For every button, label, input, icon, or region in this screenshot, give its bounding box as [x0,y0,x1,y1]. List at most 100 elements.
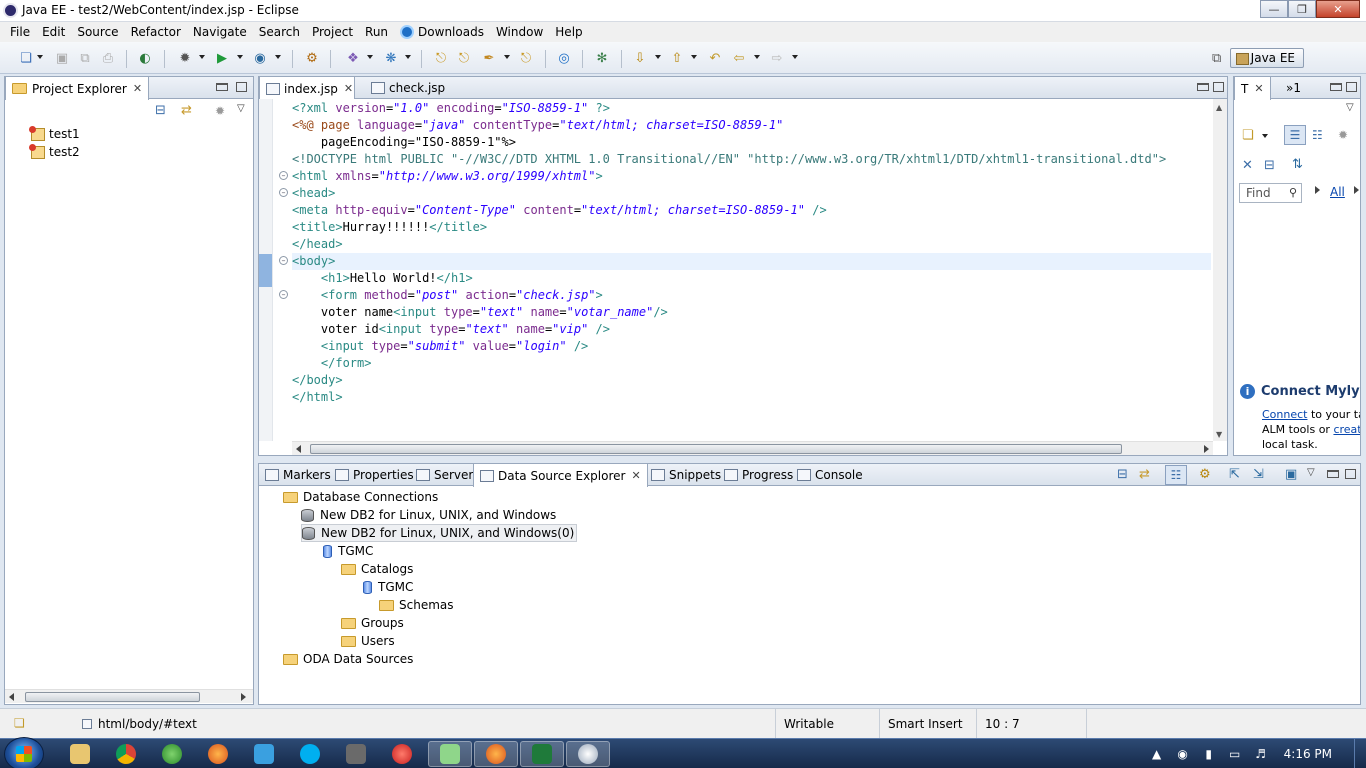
connection-icon[interactable]: ☷ [1165,465,1187,485]
find-input[interactable]: Find ⚲ [1239,183,1302,203]
taskbar-eclipse-window[interactable] [566,741,610,767]
run-dropdown-caret[interactable] [237,55,243,59]
tree-item-oda-data-sources[interactable]: ODA Data Sources [283,650,413,668]
next-annotation-caret[interactable] [655,55,661,59]
tab-properties[interactable]: Properties [329,464,420,486]
tab-snippets[interactable]: Snippets [645,464,727,486]
collapse-all-icon[interactable]: ⊟ [1117,467,1128,482]
code-line[interactable]: </form> [292,355,1211,372]
run-icon[interactable]: ▶ [214,50,230,66]
taskbar-excel-window[interactable] [520,741,564,767]
prev-annotation-icon[interactable]: ⇧ [669,50,685,66]
new-web-icon[interactable]: ❖ [345,50,361,66]
save-icon[interactable]: ▣ [1285,467,1297,482]
close-icon[interactable]: ✕ [1254,82,1263,95]
tab-index-jsp[interactable]: index.jsp ✕ [259,77,355,100]
connect-link[interactable]: Connect [1262,408,1307,421]
menu-window[interactable]: Window [490,22,549,42]
code-editor[interactable]: – – – – <?xml version="1.0" encoding="IS… [259,99,1227,455]
menu-file[interactable]: File [4,22,36,42]
tree-item-database-connections[interactable]: Database Connections [283,488,438,506]
tree-item-db2-connection[interactable]: New DB2 for Linux, UNIX, and Windows [301,506,556,524]
editor-vscrollbar[interactable]: ▲ ▼ [1213,99,1227,441]
view-menu-icon[interactable]: ▽ [1346,102,1354,113]
scroll-down-icon[interactable]: ▼ [1216,430,1222,439]
taskbar-firefox-window[interactable] [474,741,518,767]
next-annotation-icon[interactable]: ⇩ [632,50,648,66]
filter-completed-icon[interactable]: ✹ [1338,128,1348,142]
tab-project-explorer[interactable]: Project Explorer ✕ [5,77,150,100]
code-line[interactable]: </html> [292,389,1211,406]
taskbar-explorer-window[interactable] [428,741,472,767]
code-line[interactable]: </body> [292,372,1211,389]
fold-toggle-icon[interactable]: – [279,188,288,197]
tab-progress[interactable]: Progress [718,464,799,486]
hide-completed-icon[interactable]: ✕ [1242,158,1253,173]
tab-console[interactable]: Console [791,464,869,486]
start-button[interactable] [4,737,44,768]
code-line[interactable]: <form method="post" action="check.jsp"> [292,287,1211,304]
filter-icon[interactable]: ✹ [215,104,225,118]
code-line[interactable]: <html xmlns="http://www.w3.org/1999/xhtm… [292,168,1211,185]
link-with-editor-icon[interactable]: ⇄ [181,103,192,118]
code-line[interactable]: <!DOCTYPE html PUBLIC "-//W3C//DTD XHTML… [292,151,1211,168]
code-line[interactable]: <?xml version="1.0" encoding="ISO-8859-1… [292,100,1211,117]
scroll-right-icon[interactable] [241,693,246,701]
code-line[interactable]: voter id<input type="text" name="vip" /> [292,321,1211,338]
menu-run[interactable]: Run [359,22,394,42]
link-with-editor-icon[interactable]: ⇄ [1139,467,1150,482]
scroll-left-icon[interactable] [9,693,14,701]
new-class-icon[interactable]: ❋ [383,50,399,66]
tab-task-list[interactable]: T ✕ [1234,77,1271,100]
new-connection-icon[interactable]: ⚙ [1199,467,1211,482]
maximize-view-icon[interactable] [236,82,247,92]
tree-item-test2[interactable]: test2 [29,143,80,161]
taskbar-security[interactable] [382,741,422,767]
globe-icon[interactable]: ◎ [556,50,572,66]
close-icon[interactable]: ✕ [631,469,640,482]
maximize-view-icon[interactable] [1346,82,1357,92]
taskbar-firefox[interactable] [198,741,238,767]
tab-check-jsp[interactable]: check.jsp [365,77,451,99]
tree-item-groups[interactable]: Groups [341,614,404,632]
menu-help[interactable]: Help [549,22,588,42]
collapse-all-icon[interactable]: ⊟ [155,103,166,118]
show-hidden-icons-icon[interactable]: ▲ [1149,746,1165,762]
minimize-view-icon[interactable] [1327,470,1339,478]
tab-data-source-explorer[interactable]: Data Source Explorer ✕ [473,464,648,487]
menu-refactor[interactable]: Refactor [125,22,187,42]
fold-toggle-icon[interactable]: – [279,290,288,299]
new-dropdown-caret[interactable] [37,55,43,59]
new-icon[interactable]: ❏ [18,50,34,66]
fast-view-icon[interactable]: ❏ [14,716,25,730]
code-text[interactable]: <?xml version="1.0" encoding="ISO-8859-1… [292,100,1211,406]
code-line[interactable]: <head> [292,185,1211,202]
minimize-button[interactable]: — [1260,0,1288,18]
code-line[interactable]: <title>Hurray!!!!!!</title> [292,219,1211,236]
tree-item-users[interactable]: Users [341,632,395,650]
fold-toggle-icon[interactable]: – [279,171,288,180]
last-edit-icon[interactable]: ↶ [707,50,723,66]
open-task-icon[interactable]: ⎋ [456,50,472,66]
app-tray-icon[interactable]: ◉ [1175,746,1191,762]
import-icon[interactable]: ⇲ [1253,467,1264,482]
back-caret[interactable] [754,55,760,59]
open-perspective-icon[interactable]: ◐ [137,50,153,66]
code-line[interactable]: <input type="submit" value="login" /> [292,338,1211,355]
tree-item-catalogs[interactable]: Catalogs [341,560,413,578]
maximize-view-icon[interactable] [1345,469,1356,479]
synchronize-icon[interactable]: ⇅ [1292,157,1303,172]
print-icon[interactable]: ⎙ [100,50,116,66]
minimize-view-icon[interactable] [1330,83,1342,91]
tree-item-db2-connection-selected[interactable]: New DB2 for Linux, UNIX, and Windows(0) [301,524,578,542]
close-icon[interactable]: ✕ [133,82,142,95]
taskbar-app[interactable] [336,741,376,767]
view-menu-icon[interactable]: ▽ [1307,467,1315,478]
taskbar-skype-app[interactable] [244,741,284,767]
clock[interactable]: 4:16 PM [1284,747,1332,761]
code-line[interactable]: </head> [292,236,1211,253]
open-resource-icon[interactable]: ✒ [481,50,497,66]
tab-markers[interactable]: Markers [259,464,337,486]
fold-toggle-icon[interactable]: – [279,256,288,265]
collapse-all-icon[interactable]: ⊟ [1264,158,1275,173]
